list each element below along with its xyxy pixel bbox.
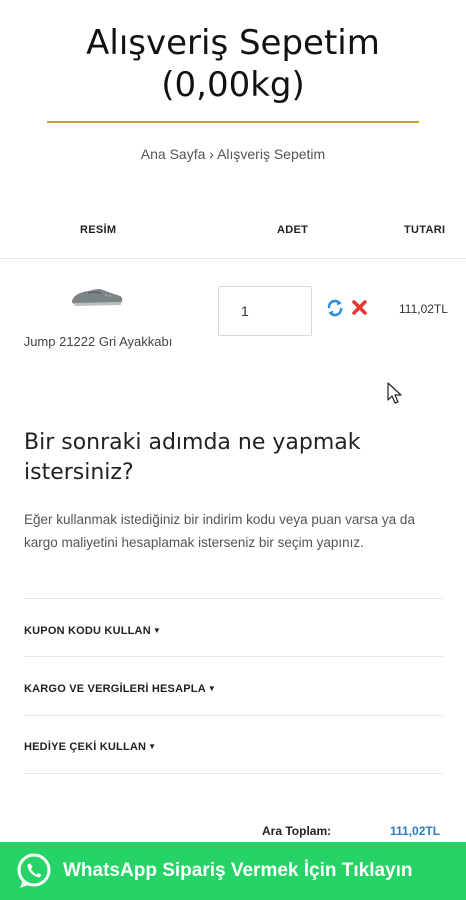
row-total: 111,02TL [399, 302, 448, 316]
page-title-text: Alışveriş Sepetim [86, 23, 380, 63]
column-header-quantity: ADET [277, 224, 309, 236]
product-name-link[interactable]: Jump 21222 Gri Ayakkabı [0, 334, 196, 349]
accordion-divider [24, 598, 443, 599]
breadcrumb-current-link[interactable]: Alışveriş Sepetim [217, 146, 325, 162]
whatsapp-icon [17, 853, 51, 888]
accordion-divider [24, 773, 443, 774]
breadcrumb-separator: › [209, 146, 214, 162]
column-header-total: TUTARI [404, 224, 446, 236]
refresh-icon[interactable] [325, 298, 345, 318]
breadcrumb-home-link[interactable]: Ana Sayfa [141, 146, 206, 162]
column-header-image: RESİM [80, 224, 117, 236]
caret-down-icon: ▼ [148, 742, 157, 751]
whatsapp-order-label: WhatsApp Sipariş Vermek İçin Tıklayın [63, 860, 413, 881]
whatsapp-order-button[interactable]: WhatsApp Sipariş Vermek İçin Tıklayın [0, 842, 466, 900]
cart-weight: (0,00kg) [161, 65, 305, 105]
page-title: Alışveriş Sepetim (0,00kg) [0, 22, 466, 106]
next-step-title: Bir sonraki adımda ne yapmak istersiniz? [24, 430, 361, 485]
caret-down-icon: ▼ [152, 626, 161, 635]
gift-voucher-toggle[interactable]: HEDİYE ÇEKİ KULLAN ▼ [24, 741, 156, 753]
breadcrumb: Ana Sayfa › Alışveriş Sepetim [0, 146, 466, 162]
subtotal-value: 111,02TL [390, 824, 441, 838]
accordion-divider [24, 656, 443, 657]
caret-down-icon: ▼ [207, 684, 216, 693]
coupon-code-label: KUPON KODU KULLAN [24, 625, 151, 637]
accordion-divider [24, 715, 443, 716]
title-divider [47, 121, 419, 123]
gift-voucher-label: HEDİYE ÇEKİ KULLAN [24, 741, 147, 753]
coupon-code-toggle[interactable]: KUPON KODU KULLAN ▼ [24, 625, 161, 637]
shipping-taxes-toggle[interactable]: KARGO VE VERGİLERİ HESAPLA ▼ [24, 683, 216, 695]
product-image[interactable] [70, 284, 124, 310]
quantity-input[interactable] [218, 286, 312, 336]
next-step-description: Eğer kullanmak istediğiniz bir indirim k… [24, 512, 415, 550]
subtotal-label: Ara Toplam: [262, 824, 332, 838]
shipping-taxes-label: KARGO VE VERGİLERİ HESAPLA [24, 683, 206, 695]
remove-icon[interactable] [351, 299, 368, 316]
mouse-cursor-icon [387, 382, 402, 404]
table-header-divider [0, 258, 466, 259]
